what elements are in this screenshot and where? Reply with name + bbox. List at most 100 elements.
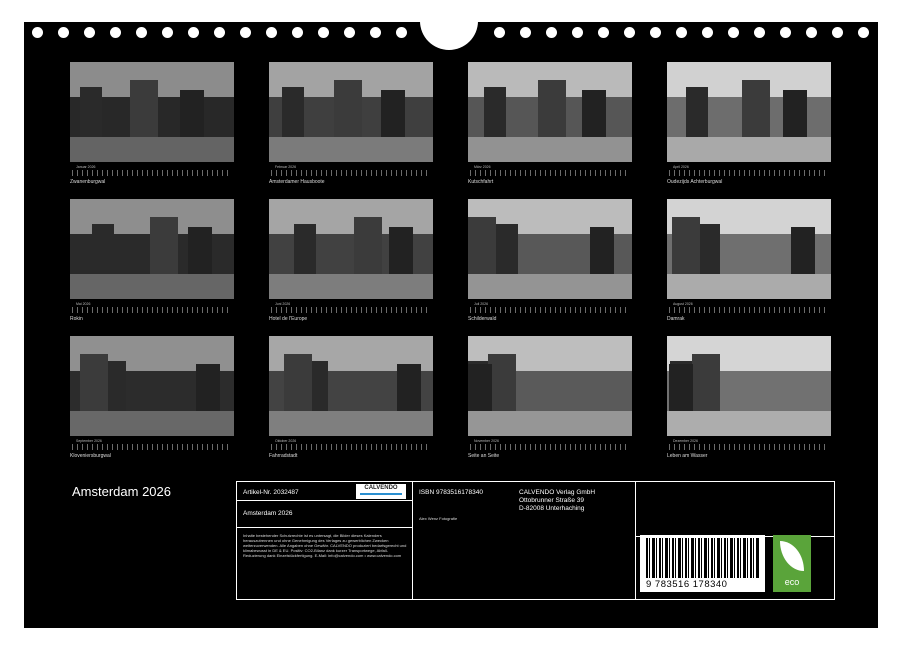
day-strip: [669, 307, 829, 313]
month-label: Oktober 2026: [275, 439, 297, 443]
month-tile: Februar 2026 Amsterdamer Hausboote: [269, 62, 433, 185]
month-photo: [70, 199, 234, 299]
month-photo: [468, 336, 632, 436]
calendar-title: Amsterdam 2026: [72, 484, 171, 499]
month-label: April 2026: [673, 165, 689, 169]
photo-caption: Leben am Wasser: [667, 453, 708, 459]
barcode-number: 9 783516 178340: [646, 579, 728, 590]
month-photo: [269, 336, 433, 436]
binding-hole: [572, 27, 583, 38]
day-strip: [669, 170, 829, 176]
month-label: November 2026: [474, 439, 499, 443]
month-label: August 2026: [673, 302, 693, 306]
day-strip: [72, 170, 232, 176]
month-tile: Mai 2026 Rokin: [70, 199, 234, 322]
day-strip: [72, 307, 232, 313]
photo-caption: Seite an Seite: [468, 453, 500, 459]
binding-hole: [396, 27, 407, 38]
leaf-icon: [780, 541, 804, 571]
publisher-city: D-82008 Unterhaching: [519, 505, 585, 512]
month-photo: [269, 62, 433, 162]
binding-hole: [136, 27, 147, 38]
day-strip: [72, 444, 232, 450]
binding-hole: [214, 27, 225, 38]
binding-hole: [832, 27, 843, 38]
month-label: Juli 2026: [474, 302, 489, 306]
binding-hole: [702, 27, 713, 38]
binding-hole: [188, 27, 199, 38]
month-tile: Juni 2026 Hotel de l'Europe: [269, 199, 433, 322]
month-tile: April 2026 Oudezijds Achterburgwal: [667, 62, 831, 185]
binding-hole: [546, 27, 557, 38]
isbn-barcode: 9 783516 178340: [640, 535, 765, 592]
binding-hole: [598, 27, 609, 38]
binding-hole: [292, 27, 303, 38]
binding-hole: [318, 27, 329, 38]
month-photo: [468, 62, 632, 162]
binding-hole: [370, 27, 381, 38]
eco-label: eco: [784, 577, 800, 587]
binding-hole: [676, 27, 687, 38]
binding-hole: [58, 27, 69, 38]
month-tile: Dezember 2026 Leben am Wasser: [667, 336, 831, 459]
month-label: März 2026: [474, 165, 491, 169]
binding-hole: [780, 27, 791, 38]
month-label: Dezember 2026: [673, 439, 698, 443]
binding-hole: [650, 27, 661, 38]
photo-caption: Amsterdamer Hausboote: [269, 179, 325, 185]
day-strip: [470, 170, 630, 176]
binding-hole: [344, 27, 355, 38]
photo-caption: Oudezijds Achterburgwal: [667, 179, 723, 185]
month-label: Mai 2026: [76, 302, 91, 306]
photo-caption: Zwanenburgwal: [70, 179, 106, 185]
month-photo: [70, 62, 234, 162]
eco-badge: eco: [773, 535, 811, 592]
publisher-name: CALVENDO Verlag GmbH: [519, 489, 596, 496]
month-tile: November 2026 Seite an Seite: [468, 336, 632, 459]
binding-hole: [162, 27, 173, 38]
month-tile: Januar 2026 Zwanenburgwal: [70, 62, 234, 185]
photo-caption: Kutschfahrt: [468, 179, 494, 185]
isbn: ISBN 9783516178340: [419, 489, 483, 496]
month-photo: [269, 199, 433, 299]
month-tile: März 2026 Kutschfahrt: [468, 62, 632, 185]
legal-text: Inhalte bestehender Schutzrechte ist es …: [243, 533, 407, 558]
day-strip: [271, 170, 431, 176]
month-photo: [468, 199, 632, 299]
binding-hole: [32, 27, 43, 38]
photo-caption: Hotel de l'Europe: [269, 316, 308, 322]
calvendo-logo: CALVENDO: [356, 484, 406, 499]
month-photo: [70, 336, 234, 436]
binding-hole: [624, 27, 635, 38]
binding-hole: [110, 27, 121, 38]
day-strip: [271, 444, 431, 450]
binding-hole: [520, 27, 531, 38]
photo-caption: Schilderwald: [468, 316, 497, 322]
article-number: Artikel-Nr. 2032487: [243, 489, 299, 496]
photo-caption: Damrak: [667, 316, 685, 322]
month-photo: [667, 199, 831, 299]
calvendo-logo-text: CALVENDO: [364, 485, 398, 491]
binding-hole: [728, 27, 739, 38]
day-strip: [470, 307, 630, 313]
photo-caption: Fahrradstadt: [269, 453, 298, 459]
month-photo: [667, 336, 831, 436]
month-label: Januar 2026: [76, 165, 96, 169]
month-tile: Oktober 2026 Fahrradstadt: [269, 336, 433, 459]
binding-hole: [858, 27, 869, 38]
month-tile: September 2026 Kloveniersburgwal: [70, 336, 234, 459]
month-tile: Juli 2026 Schilderwald: [468, 199, 632, 322]
binding-hole: [754, 27, 765, 38]
binding-hole: [494, 27, 505, 38]
month-tile: August 2026 Damrak: [667, 199, 831, 322]
month-label: Juni 2026: [275, 302, 291, 306]
binding-hole: [240, 27, 251, 38]
day-strip: [271, 307, 431, 313]
photographer: Alex Wenz Fotografie: [419, 516, 458, 521]
month-label: September 2026: [76, 439, 102, 443]
publisher-street: Ottobrunner Straße 39: [519, 497, 585, 504]
binding-hole: [266, 27, 277, 38]
month-photo: [667, 62, 831, 162]
photo-caption: Rokin: [70, 316, 83, 322]
month-label: Februar 2026: [275, 165, 297, 169]
